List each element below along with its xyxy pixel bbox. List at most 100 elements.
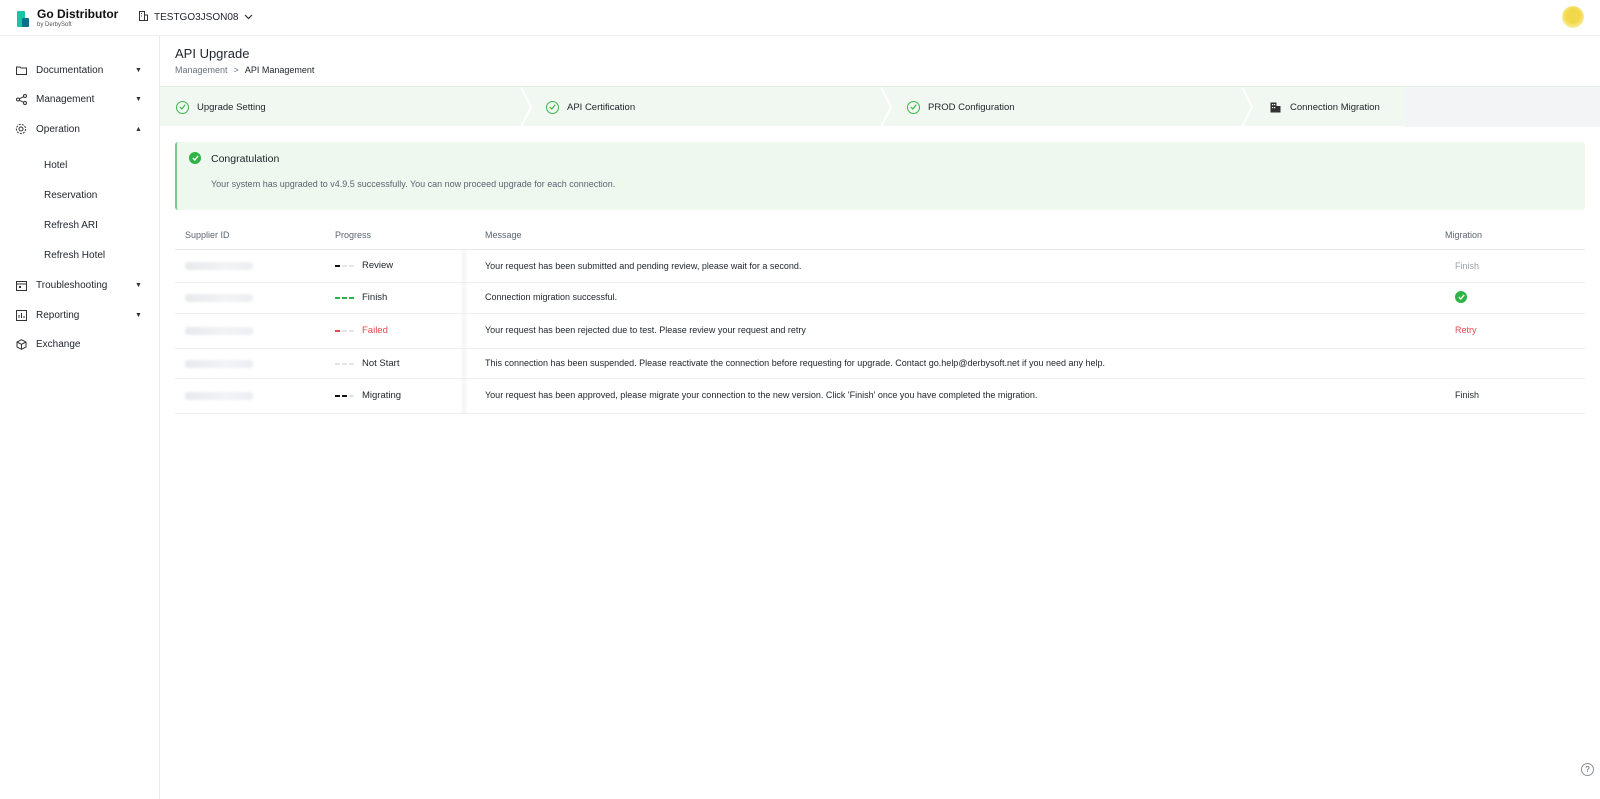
tenant-switcher[interactable]: TESTGO3JSON08: [139, 11, 253, 23]
progress-cell: Review: [335, 260, 393, 271]
check-circle-icon: [546, 100, 559, 114]
sidebar-item-label: Operation: [36, 123, 80, 135]
app-byline: by DerbySoft: [37, 22, 72, 28]
progress-cell: Migrating: [335, 390, 401, 401]
page-title: API Upgrade: [175, 46, 250, 61]
step-upgrade-setting[interactable]: Upgrade Setting: [176, 87, 266, 127]
alert-title: Congratulation: [211, 153, 280, 165]
breadcrumb: Management > API Management: [175, 65, 314, 75]
table-row: Migrating Your request has been approved…: [175, 379, 1585, 414]
step-separator: [521, 87, 533, 127]
sidebar-item-troubleshooting[interactable]: Troubleshooting ▼: [0, 274, 159, 296]
column-header-progress: Progress: [335, 230, 372, 240]
folder-icon: [15, 64, 27, 76]
retry-button[interactable]: Retry: [1455, 325, 1477, 335]
sidebar: Documentation ▼ Management ▼ Operation ▲…: [0, 36, 160, 799]
step-label: Upgrade Setting: [197, 101, 266, 113]
breadcrumb-management[interactable]: Management: [175, 65, 228, 75]
chevron-down-icon: [244, 12, 253, 23]
finish-button: Finish: [1455, 261, 1480, 271]
check-circle-icon: [907, 100, 920, 114]
column-header-migration: Migration: [1445, 230, 1483, 240]
progress-dashes: [335, 264, 354, 267]
progress-cell: Failed: [335, 325, 388, 336]
finish-button[interactable]: Finish: [1455, 390, 1479, 400]
success-alert: Congratulation Your system has upgraded …: [175, 142, 1585, 210]
sidebar-subitem-refresh-hotel[interactable]: Refresh Hotel: [44, 250, 105, 261]
tenant-name: TESTGO3JSON08: [154, 11, 239, 23]
chevron-down-icon: ▼: [135, 95, 142, 103]
step-connection-migration[interactable]: Connection Migration: [1270, 87, 1380, 127]
progress-label: Review: [362, 260, 394, 271]
logo-mark-icon: [17, 11, 29, 27]
sidebar-subitem-hotel[interactable]: Hotel: [44, 160, 67, 171]
message-cell: This connection has been suspended. Plea…: [485, 358, 1106, 368]
step-label: API Certification: [567, 101, 636, 113]
message-cell: Your request has been rejected due to te…: [485, 325, 806, 335]
breadcrumb-separator: >: [233, 65, 239, 75]
sidebar-subitem-refresh-ari[interactable]: Refresh ARI: [44, 220, 98, 231]
check-circle-icon: [189, 152, 201, 164]
sidebar-subitem-reservation[interactable]: Reservation: [44, 190, 97, 201]
sidebar-item-label: Reporting: [36, 309, 80, 321]
step-api-certification[interactable]: API Certification: [546, 87, 635, 127]
sidebar-item-label: Documentation: [36, 64, 104, 76]
table-row: Not Start This connection has been suspe…: [175, 349, 1585, 379]
message-cell: Your request has been submitted and pend…: [485, 261, 802, 271]
sidebar-item-label: Troubleshooting: [36, 279, 108, 291]
step-separator: [881, 87, 893, 127]
alert-message: Your system has upgraded to v4.9.5 succe…: [211, 179, 616, 189]
check-circle-icon: [1455, 291, 1467, 303]
sidebar-item-label: Management: [36, 93, 95, 105]
column-header-message: Message: [485, 230, 522, 240]
supplier-id-redacted: [185, 392, 253, 400]
building-icon: [1270, 102, 1281, 113]
sidebar-item-operation[interactable]: Operation ▲: [0, 118, 159, 140]
sidebar-item-reporting[interactable]: Reporting ▼: [0, 304, 159, 326]
progress-dashes: [335, 296, 354, 299]
sidebar-item-exchange[interactable]: Exchange: [0, 333, 159, 355]
progress-dashes: [335, 362, 354, 365]
supplier-id-redacted: [185, 294, 253, 302]
app-logo[interactable]: Go Distributor by DerbySoft: [17, 8, 118, 29]
table-header: Supplier ID Progress Message Migration: [175, 224, 1585, 250]
table-row: Finish Connection migration successful.: [175, 283, 1585, 314]
progress-label: Failed: [362, 325, 388, 336]
message-cell: Your request has been approved, please m…: [485, 390, 1038, 400]
top-bar: Go Distributor by DerbySoft TESTGO3JSON0…: [0, 0, 1600, 36]
sidebar-item-management[interactable]: Management ▼: [0, 88, 159, 110]
sidebar-item-label: Exchange: [36, 338, 81, 350]
progress-cell: Finish: [335, 292, 387, 303]
user-avatar[interactable]: [1562, 6, 1584, 28]
supplier-id-redacted: [185, 360, 253, 368]
step-label: Connection Migration: [1290, 101, 1380, 113]
column-header-supplier-id: Supplier ID: [185, 230, 230, 240]
share-icon: [15, 93, 27, 105]
progress-cell: Not Start: [335, 358, 400, 369]
message-cell: Connection migration successful.: [485, 292, 618, 302]
chevron-down-icon: ▼: [135, 281, 142, 289]
app-name: Go Distributor: [37, 7, 119, 21]
progress-label: Finish: [362, 292, 388, 303]
progress-dashes: [335, 329, 354, 332]
step-prod-configuration[interactable]: PROD Configuration: [907, 87, 1015, 127]
step-label: PROD Configuration: [928, 101, 1015, 113]
gear-icon: [15, 123, 27, 135]
chevron-down-icon: ▼: [135, 66, 142, 74]
supplier-id-redacted: [185, 327, 253, 335]
step-separator: [1242, 87, 1254, 127]
calendar-icon: [15, 279, 27, 291]
breadcrumb-api-management: API Management: [244, 65, 315, 75]
help-icon[interactable]: ?: [1581, 763, 1594, 776]
progress-label: Migrating: [362, 390, 402, 401]
chevron-down-icon: ▼: [135, 311, 142, 319]
supplier-id-redacted: [185, 262, 253, 270]
sidebar-item-documentation[interactable]: Documentation ▼: [0, 59, 159, 81]
building-icon: [139, 11, 148, 23]
progress-dashes: [335, 394, 354, 397]
chevron-up-icon: ▲: [135, 125, 142, 133]
table-row: Failed Your request has been rejected du…: [175, 314, 1585, 349]
check-circle-icon: [176, 100, 189, 114]
table-row: Review Your request has been submitted a…: [175, 250, 1585, 283]
upgrade-steps: Upgrade Setting API Certification PROD C…: [160, 86, 1600, 127]
